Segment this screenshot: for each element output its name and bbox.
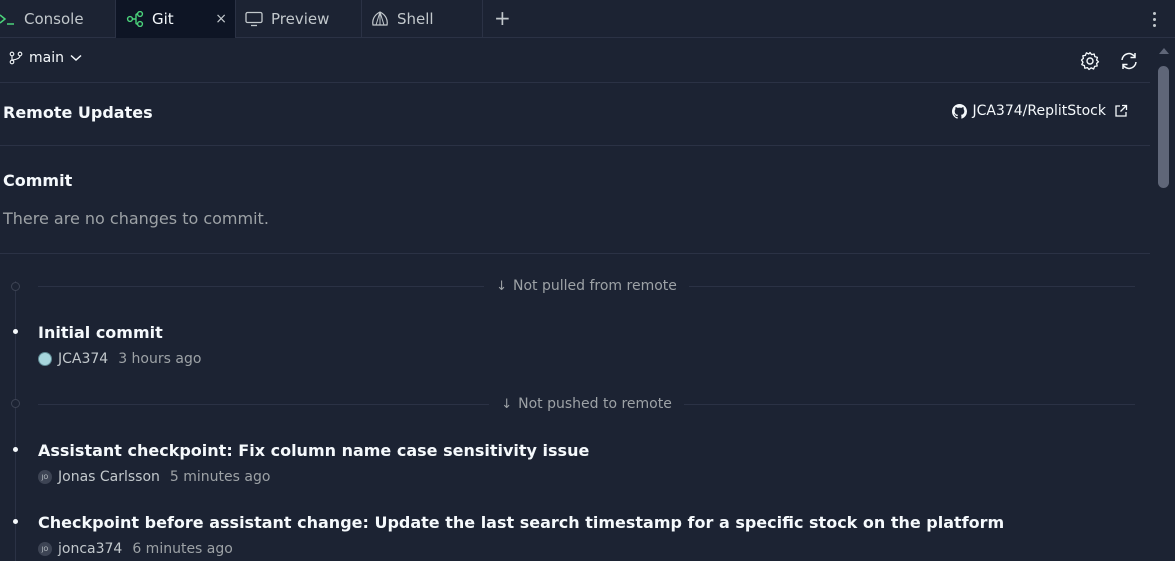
chevron-down-icon — [70, 54, 82, 62]
tab-git[interactable]: Git × — [116, 0, 236, 38]
more-options-icon[interactable] — [1145, 6, 1163, 32]
commit-time: 5 minutes ago — [169, 469, 271, 485]
divider-label: Not pushed to remote — [518, 396, 672, 412]
tab-preview[interactable]: Preview — [236, 0, 362, 38]
shell-icon — [371, 11, 389, 27]
console-icon — [0, 12, 16, 26]
monitor-icon — [245, 11, 263, 27]
commit-title[interactable]: Assistant checkpoint: Fix column name ca… — [38, 441, 589, 460]
tab-console[interactable]: Console — [0, 0, 116, 38]
commit-meta: JCA374 3 hours ago — [38, 351, 201, 367]
repo-link[interactable]: JCA374/ReplitStock — [952, 103, 1128, 119]
gear-icon[interactable] — [1079, 50, 1101, 72]
repo-name: JCA374/ReplitStock — [972, 103, 1106, 119]
tab-shell[interactable]: Shell — [362, 0, 483, 38]
branch-icon — [9, 51, 23, 65]
commit-title[interactable]: Initial commit — [38, 323, 163, 342]
tab-label: Console — [24, 10, 84, 28]
github-icon — [952, 103, 968, 119]
timeline-marker — [11, 399, 20, 408]
arrow-down-icon: ↓ — [501, 396, 513, 412]
commit-meta: JO jonca374 6 minutes ago — [38, 541, 233, 557]
avatar — [38, 352, 52, 366]
tab-label: Shell — [397, 10, 434, 28]
commit-section: Commit There are no changes to commit. — [0, 147, 1150, 254]
tab-label: Preview — [271, 10, 330, 28]
git-toolbar: main — [0, 38, 1150, 83]
divider-label: Not pulled from remote — [513, 278, 677, 294]
not-pulled-divider: ↓ Not pulled from remote — [38, 276, 1135, 296]
commit-time: 6 minutes ago — [132, 541, 233, 557]
git-pane: main Remote Updates JCA374/ReplitStock C… — [0, 38, 1175, 561]
git-icon — [126, 11, 144, 27]
commit-author: jonca374 — [58, 541, 123, 557]
commit-title[interactable]: Checkpoint before assistant change: Upda… — [38, 513, 1004, 532]
avatar: JO — [38, 542, 52, 556]
tab-label: Git — [152, 10, 174, 28]
close-icon[interactable]: × — [215, 10, 227, 28]
commit-author: JCA374 — [58, 351, 109, 367]
commit-author: Jonas Carlsson — [58, 469, 160, 485]
remote-updates-section: Remote Updates JCA374/ReplitStock — [0, 84, 1150, 146]
section-title: Commit — [3, 171, 73, 190]
commit-time: 3 hours ago — [118, 351, 202, 367]
commit-dot — [13, 447, 18, 452]
commit-dot — [13, 329, 18, 334]
refresh-icon[interactable] — [1118, 50, 1140, 72]
empty-commit-message: There are no changes to commit. — [3, 209, 269, 228]
add-tab-button[interactable]: + — [494, 8, 511, 28]
commit-dot — [13, 519, 18, 524]
scroll-up-arrow[interactable] — [1159, 48, 1169, 54]
commit-meta: JO Jonas Carlsson 5 minutes ago — [38, 469, 270, 485]
section-title: Remote Updates — [3, 103, 153, 122]
timeline-marker — [11, 282, 20, 291]
avatar: JO — [38, 470, 52, 484]
branch-selector[interactable]: main — [9, 50, 82, 66]
not-pushed-divider: ↓ Not pushed to remote — [38, 394, 1136, 414]
scrollbar-thumb[interactable] — [1158, 66, 1169, 188]
branch-name: main — [29, 50, 64, 66]
arrow-down-icon: ↓ — [496, 278, 508, 294]
tab-bar: Console Git × Preview Shell + — [0, 0, 1175, 38]
external-link-icon — [1114, 104, 1128, 118]
